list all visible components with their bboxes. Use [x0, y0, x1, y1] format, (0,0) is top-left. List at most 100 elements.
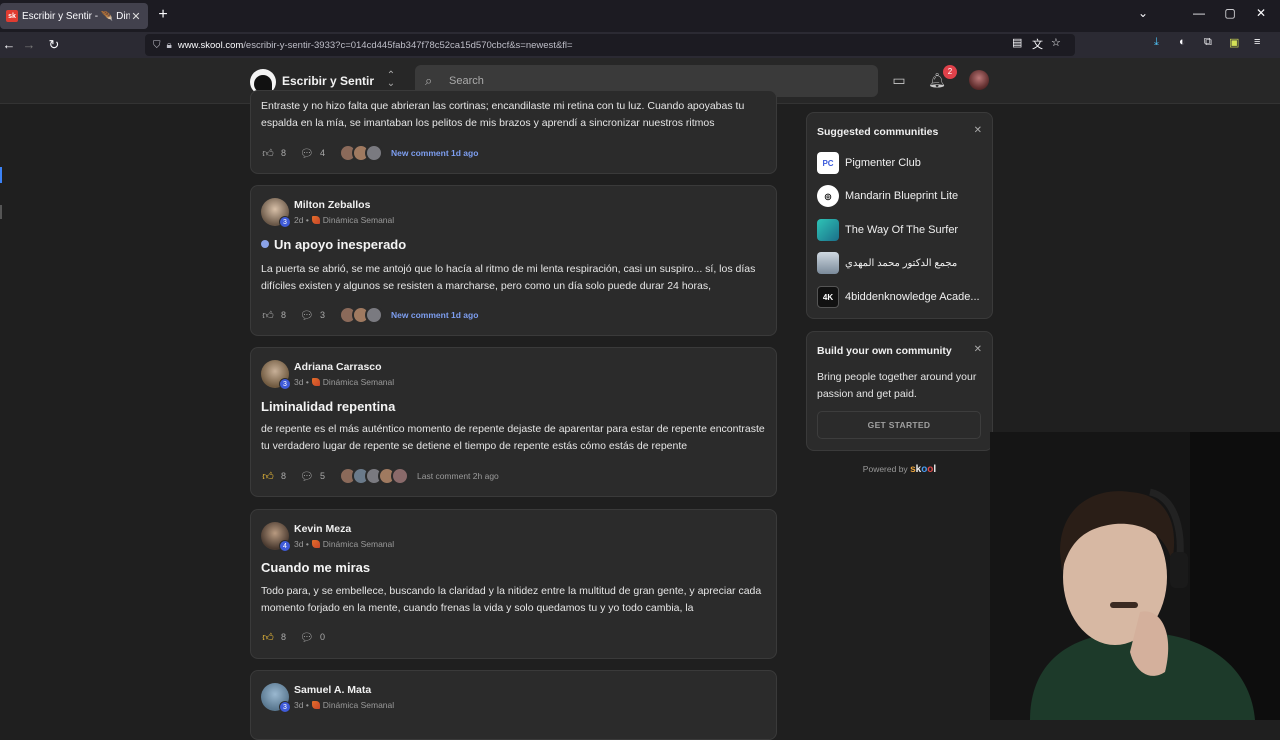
comment-icon[interactable]: 💬︎	[300, 631, 314, 644]
post-time: 3d •	[294, 539, 309, 549]
like-count: 8	[281, 310, 287, 320]
community-logo: 4K	[817, 286, 839, 308]
community-item[interactable]: PC Pigmenter Club	[817, 152, 987, 174]
powered-by-label: Powered by	[862, 464, 908, 474]
chat-icon[interactable]: ▭	[890, 72, 908, 90]
activity-text[interactable]: Last comment 2h ago	[417, 471, 499, 481]
like-icon[interactable]: 👍︎	[261, 470, 275, 483]
extension-r-icon[interactable]: ▣	[1229, 36, 1239, 54]
post-card[interactable]: 3 Samuel A. Mata 3d • Dinámica Semanal	[250, 670, 777, 740]
post-category[interactable]: Dinámica Semanal	[323, 215, 394, 225]
panel-title: Build your own community	[817, 345, 952, 357]
post-card[interactable]: Entraste y no hizo falta que abrieran la…	[250, 90, 777, 174]
like-icon[interactable]: 👍︎	[261, 147, 275, 160]
post-title[interactable]: Un apoyo inesperado	[261, 237, 406, 252]
commenter-avatars	[339, 467, 410, 485]
reload-icon[interactable]: ↻	[45, 36, 63, 54]
post-title[interactable]: Cuando me miras	[261, 560, 370, 575]
post-card[interactable]: 3 Adriana Carrasco 3d • Dinámica Semanal …	[250, 347, 777, 497]
address-bar[interactable]: ⛉ 🔒︎ www.skool.com/escribir-y-sentir-393…	[145, 34, 1075, 56]
post-title[interactable]: Liminalidad repentina	[261, 399, 395, 414]
webcam-overlay	[990, 432, 1280, 720]
webcam-person-image	[990, 432, 1280, 720]
feather-icon	[311, 378, 320, 386]
avatar	[365, 144, 384, 162]
comment-icon[interactable]: 💬︎	[300, 470, 314, 483]
minimize-button[interactable]: —	[1189, 6, 1209, 20]
post-body: La puerta se abrió, se me antojó que lo …	[261, 263, 756, 292]
new-tab-button[interactable]: +	[155, 6, 171, 26]
maximize-button[interactable]: ▢	[1220, 6, 1240, 20]
post-card[interactable]: 3 Milton Zeballos 2d • Dinámica Semanal U…	[250, 185, 777, 336]
like-icon[interactable]: 👍︎	[261, 309, 275, 322]
community-item[interactable]: مجمع الدكتور محمد المهدي	[817, 252, 987, 274]
extension-icon[interactable]: ◐	[1179, 36, 1186, 54]
post-category[interactable]: Dinámica Semanal	[323, 377, 394, 387]
get-started-button[interactable]: GET STARTED	[817, 411, 981, 439]
community-name[interactable]: Escribir y Sentir	[282, 74, 374, 88]
bookmark-star-icon[interactable]: ☆	[1051, 36, 1061, 54]
post-actions: 👍︎ 8 💬︎ 3 New comment 1d ago	[261, 306, 478, 324]
close-window-button[interactable]: ✕	[1251, 6, 1271, 20]
author-name[interactable]: Milton Zeballos	[294, 199, 370, 211]
comment-count: 3	[320, 310, 326, 320]
community-item[interactable]: ◎ Mandarin Blueprint Lite	[817, 185, 987, 207]
post-actions: 👍︎ 8 💬︎ 4 New comment 1d ago	[261, 144, 478, 162]
author-name[interactable]: Adriana Carrasco	[294, 361, 382, 373]
post-category[interactable]: Dinámica Semanal	[323, 539, 394, 549]
tab-list-chevron-icon[interactable]: ⌄	[1133, 6, 1153, 20]
close-tab-icon[interactable]: ✕	[130, 10, 142, 23]
post-category[interactable]: Dinámica Semanal	[323, 700, 394, 710]
browser-tab[interactable]: sk Escribir y Sentir - 🪶 Dinámica S ✕	[0, 3, 148, 29]
comment-icon[interactable]: 💬︎	[300, 147, 314, 160]
community-item[interactable]: 4K 4biddenknowledge Acade...	[817, 286, 987, 308]
post-meta: 3d • Dinámica Semanal	[294, 700, 394, 710]
post-card[interactable]: 4 Kevin Meza 3d • Dinámica Semanal Cuando…	[250, 509, 777, 659]
skool-favicon-icon: sk	[6, 10, 18, 22]
browser-nav-bar: ← → ↻ ⛉ 🔒︎ www.skool.com/escribir-y-sent…	[0, 32, 1280, 58]
comment-count: 0	[320, 632, 326, 642]
like-count: 8	[281, 632, 287, 642]
search-input[interactable]	[449, 75, 849, 87]
author-name[interactable]: Kevin Meza	[294, 523, 351, 535]
comment-icon[interactable]: 💬︎	[300, 309, 314, 322]
url-path: /escribir-y-sentir-3933?c=014cd445fab347…	[243, 39, 573, 51]
downloads-icon[interactable]: ⤓	[1154, 36, 1159, 54]
powered-by[interactable]: Powered by skool	[806, 464, 993, 475]
feather-icon	[311, 540, 320, 548]
community-name: The Way Of The Surfer	[845, 224, 959, 236]
unread-dot-icon	[261, 240, 269, 248]
comment-count: 4	[320, 148, 326, 158]
post-actions: 👍︎ 8 💬︎ 5 Last comment 2h ago	[261, 467, 499, 485]
scroll-marker	[0, 167, 2, 183]
community-name: 4biddenknowledge Acade...	[845, 291, 980, 303]
community-logo: ◎	[817, 185, 839, 207]
post-meta: 3d • Dinámica Semanal	[294, 377, 394, 387]
skool-logo: skool	[910, 464, 937, 475]
back-icon[interactable]: ←	[0, 36, 18, 54]
build-text: Bring people together around your passio…	[817, 371, 977, 400]
level-badge: 3	[279, 378, 291, 390]
extensions-puzzle-icon[interactable]: ⧉	[1204, 36, 1212, 54]
avatar	[391, 467, 410, 485]
close-icon[interactable]: ✕	[974, 344, 982, 355]
activity-text[interactable]: New comment 1d ago	[391, 148, 478, 158]
reader-view-icon[interactable]: ▤	[1012, 36, 1022, 54]
translate-icon[interactable]: 文	[1032, 36, 1043, 54]
menu-icon[interactable]: ≡	[1254, 36, 1260, 54]
author-name[interactable]: Samuel A. Mata	[294, 684, 371, 696]
shield-icon: ⛉	[153, 39, 161, 51]
post-body: Todo para, y se embellece, buscando la c…	[261, 585, 762, 614]
activity-text[interactable]: New comment 1d ago	[391, 310, 478, 320]
notification-badge: 2	[943, 65, 957, 79]
commenter-avatars	[339, 144, 384, 162]
scroll-marker	[0, 205, 2, 219]
community-switcher-icon[interactable]: ⌃ ⌄	[385, 71, 397, 89]
user-avatar[interactable]	[969, 70, 989, 90]
post-body: Entraste y no hizo falta que abrieran la…	[261, 100, 745, 129]
like-icon[interactable]: 👍︎	[261, 631, 275, 644]
close-icon[interactable]: ✕	[974, 125, 982, 136]
forward-icon[interactable]: →	[20, 36, 38, 54]
level-badge: 4	[279, 540, 291, 552]
community-item[interactable]: The Way Of The Surfer	[817, 219, 987, 241]
